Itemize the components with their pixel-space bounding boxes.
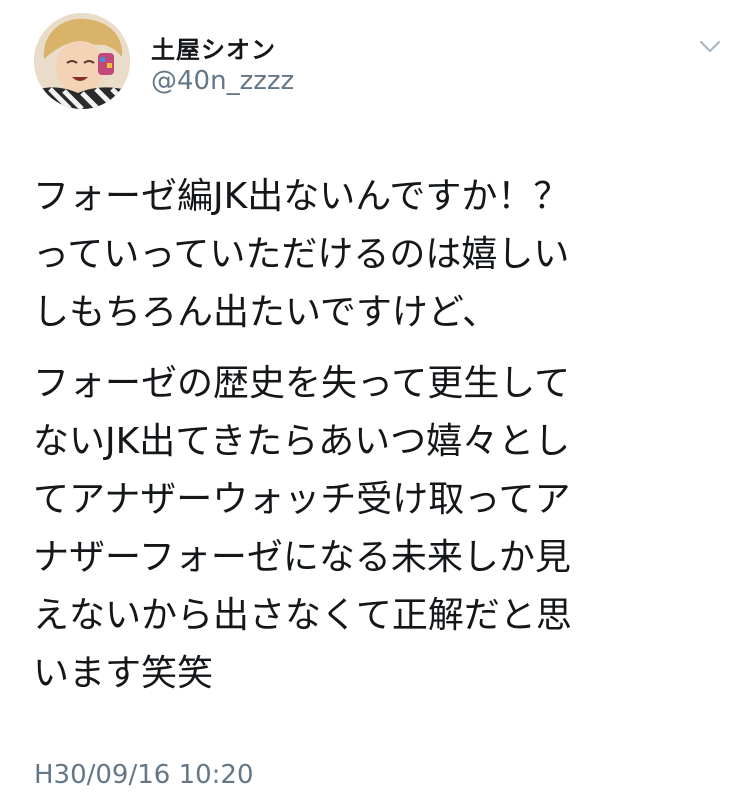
- tweet-line: フォーゼ編JK出ないんですか！？: [33, 176, 570, 217]
- avatar[interactable]: [34, 13, 130, 109]
- tweet-line: てアナザーウォッチ受け取ってア: [33, 479, 571, 520]
- tweet-timestamp[interactable]: H30/09/16 10:20: [34, 760, 254, 790]
- avatar-photo: [34, 13, 130, 109]
- tweet-text: フォーゼ編JK出ないんですか！？ っていっていただけるのは嬉しい しもちろん出た…: [33, 168, 733, 703]
- tweet-paragraph: フォーゼ編JK出ないんですか！？ っていっていただけるのは嬉しい しもちろん出た…: [33, 168, 733, 342]
- tweet-line: ナザーフォーゼになる未来しか見: [33, 537, 571, 578]
- author-handle[interactable]: @40n_zzzz: [151, 66, 294, 96]
- tweet-line: しもちろん出たいですけど、: [33, 292, 499, 333]
- tweet-line: います笑笑: [33, 653, 214, 694]
- author-display-name[interactable]: 土屋シオン: [151, 30, 276, 65]
- tweet-card: 土屋シオン @40n_zzzz フォーゼ編JK出ないんですか！？ っていっていた…: [0, 0, 750, 800]
- tweet-line: ないJK出てきたらあいつ嬉々とし: [33, 421, 571, 462]
- tweet-paragraph: フォーゼの歴史を失って更生して ないJK出てきたらあいつ嬉々とし てアナザーウォ…: [33, 355, 733, 703]
- more-options-button[interactable]: [690, 32, 730, 62]
- tweet-line: っていっていただけるのは嬉しい: [33, 234, 570, 275]
- chevron-down-icon: [699, 40, 721, 53]
- tweet-line: フォーゼの歴史を失って更生して: [33, 363, 571, 404]
- tweet-line: えないから出さなくて正解だと思: [33, 595, 572, 636]
